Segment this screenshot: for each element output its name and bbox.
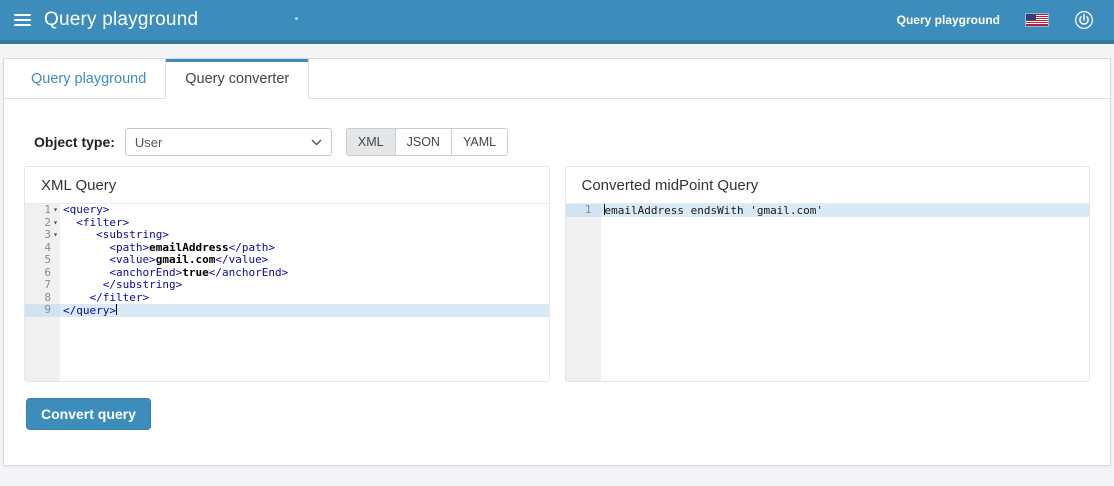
tab-query-converter[interactable]: Query converter xyxy=(165,59,310,99)
hamburger-menu-icon[interactable] xyxy=(0,0,44,40)
navbar-right-cluster: Query playground xyxy=(897,10,1114,30)
editor-code-area[interactable]: <query> <filter> <substring> <path>email… xyxy=(60,203,549,381)
object-type-row: Object type: User XML JSON YAML xyxy=(24,128,1090,156)
object-type-select[interactable]: User xyxy=(124,128,332,156)
gutter-line-number: 1 ▾ xyxy=(25,203,60,217)
editor-gutter: 1 ▾ 2 ▾ 3 ▾ 4 5 6 7 8 9 xyxy=(25,203,60,381)
object-type-label: Object type: xyxy=(34,134,115,150)
gutter-line-number: 7 xyxy=(44,278,51,291)
fold-toggle-icon[interactable]: ▾ xyxy=(51,229,60,242)
locale-flag-icon[interactable] xyxy=(1025,13,1049,27)
converted-query-panel-title: Converted midPoint Query xyxy=(565,167,1089,204)
gutter-line-number: 8 xyxy=(44,290,51,304)
chevron-down-icon xyxy=(311,139,322,145)
breadcrumb-separator-dot xyxy=(295,17,298,20)
gutter-line-number: 9 xyxy=(25,303,60,317)
format-button-yaml[interactable]: YAML xyxy=(451,128,509,156)
fold-toggle-icon[interactable]: ▾ xyxy=(51,204,60,217)
fold-toggle-icon[interactable]: ▾ xyxy=(51,217,60,230)
gutter-line-number: 1 xyxy=(565,203,601,217)
logout-power-icon[interactable] xyxy=(1074,10,1094,30)
code-line[interactable]: emailAddress endsWith 'gmail.com' xyxy=(600,204,1089,217)
format-button-json[interactable]: JSON xyxy=(395,128,452,156)
format-button-xml[interactable]: XML xyxy=(345,128,396,156)
gutter-line-number: 3 ▾ xyxy=(25,228,60,242)
query-playground-card: Query playground Query converter Object … xyxy=(3,58,1111,466)
gutter-line-number: 6 xyxy=(44,265,51,279)
xml-query-editor[interactable]: 1 ▾ 2 ▾ 3 ▾ 4 5 6 7 8 9 <query> <filter> <substring>… xyxy=(25,203,549,381)
tab-query-playground[interactable]: Query playground xyxy=(12,59,165,98)
editor-code-area[interactable]: emailAddress endsWith 'gmail.com' xyxy=(600,204,1089,381)
editor-gutter: 1 xyxy=(565,203,601,381)
converted-query-panel: Converted midPoint Query 1 emailAddress e… xyxy=(564,166,1090,382)
gutter-line-number: 5 xyxy=(44,253,51,266)
code-line[interactable]: <query> xyxy=(60,203,549,217)
page-title: Query playground xyxy=(44,9,199,30)
code-line[interactable]: </filter> xyxy=(60,291,549,305)
editor-panels: XML Query 1 ▾ 2 ▾ 3 ▾ 4 5 6 7 8 9 <query> <filter> <… xyxy=(24,166,1090,382)
breadcrumb-current-page: Query playground xyxy=(896,13,1000,27)
gutter-line-number: 4 xyxy=(44,240,51,254)
format-button-group: XML JSON YAML xyxy=(345,128,509,156)
converted-query-editor[interactable]: 1 emailAddress endsWith 'gmail.com' xyxy=(565,203,1089,381)
top-navbar: Query playground Query playground xyxy=(0,0,1114,44)
xml-query-panel: XML Query 1 ▾ 2 ▾ 3 ▾ 4 5 6 7 8 9 <query> <filter> <… xyxy=(24,166,550,382)
tab-content: Object type: User XML JSON YAML XML Quer… xyxy=(4,99,1110,465)
convert-query-button[interactable]: Convert query xyxy=(26,398,151,430)
gutter-line-number: 2 ▾ xyxy=(25,216,60,230)
xml-query-panel-title: XML Query xyxy=(25,167,549,204)
object-type-selected-value: User xyxy=(134,134,163,150)
text-cursor xyxy=(115,304,117,315)
code-line[interactable]: </query> xyxy=(60,304,549,317)
tab-bar: Query playground Query converter xyxy=(4,59,1110,99)
